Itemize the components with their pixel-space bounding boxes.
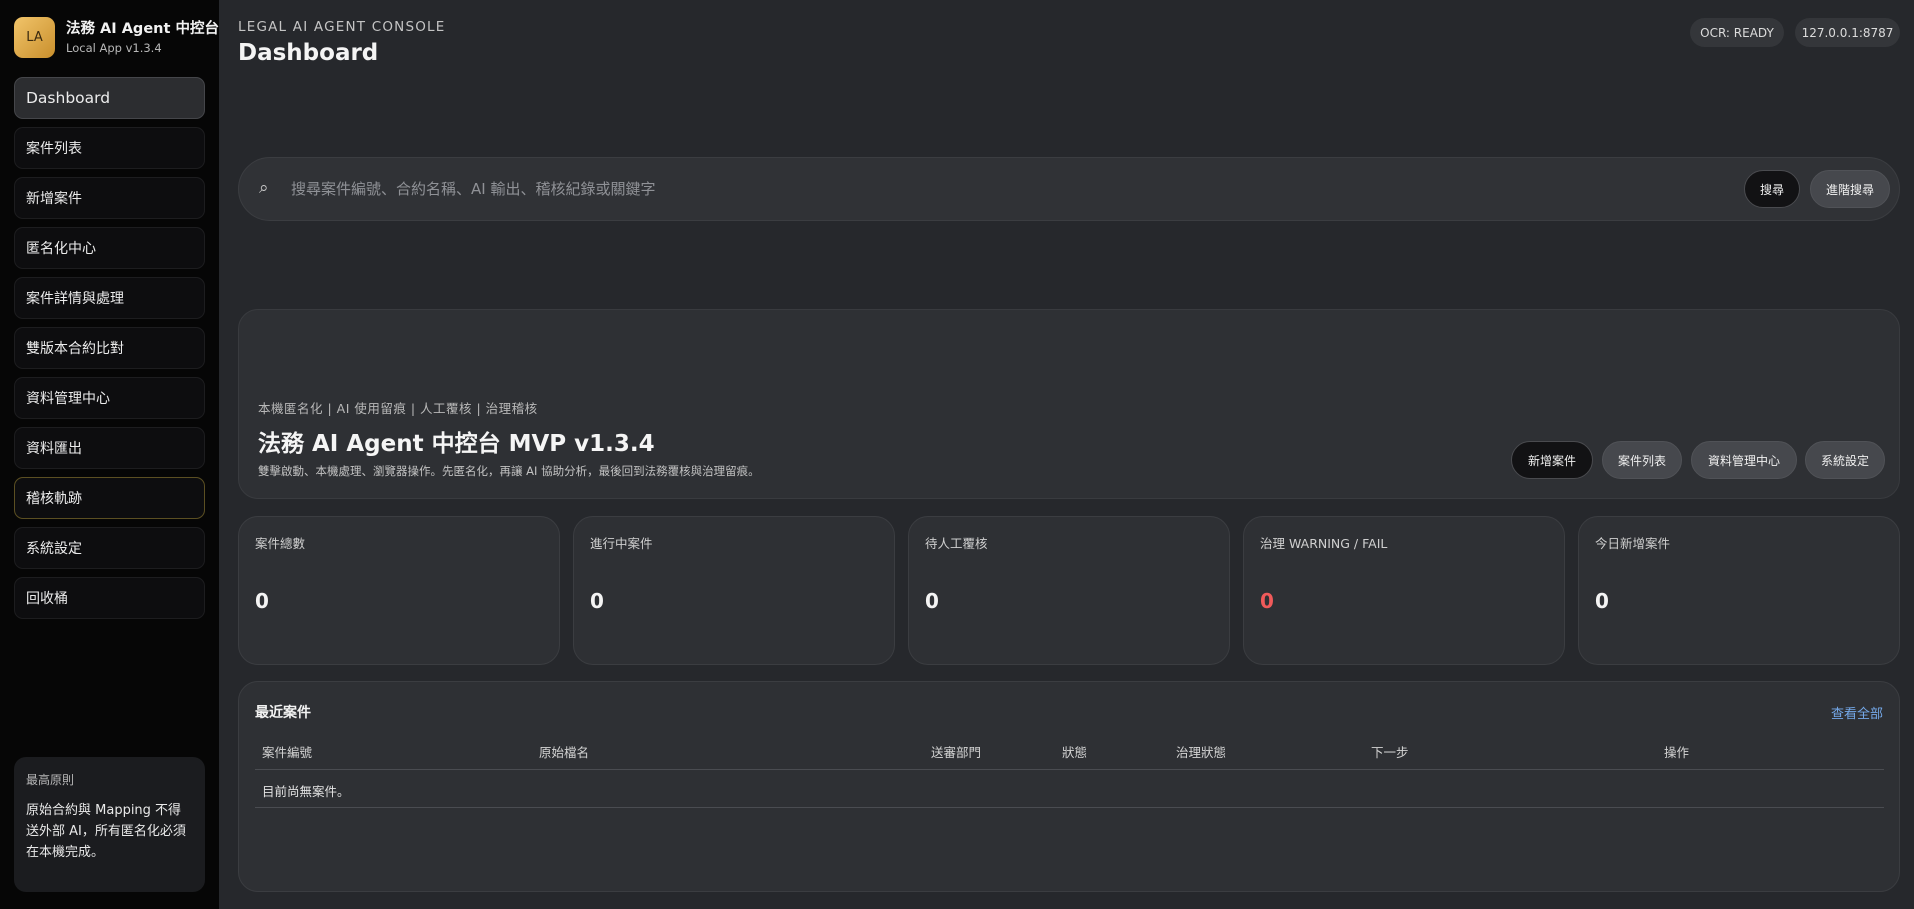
- app-version: Local App v1.3.4: [66, 41, 162, 55]
- stat-card-in-progress: 進行中案件 0: [573, 516, 895, 665]
- search-bar: ⌕ 搜尋 進階搜尋: [238, 157, 1900, 221]
- case-list-button[interactable]: 案件列表: [1602, 441, 1682, 479]
- empty-message: 目前尚無案件。: [262, 784, 350, 799]
- hero-description: 雙擊啟動、本機處理、瀏覽器操作。先匿名化，再讓 AI 協助分析，最後回到法務覆核…: [258, 464, 760, 478]
- recent-cases-panel: 最近案件 查看全部 案件編號 原始檔名 送審部門 狀態 治理狀態 下一步 操作 …: [238, 681, 1900, 892]
- stat-label: 案件總數: [255, 536, 306, 551]
- console-eyebrow: LEGAL AI AGENT CONSOLE: [238, 19, 446, 35]
- search-icon: ⌕: [259, 178, 269, 198]
- advanced-search-button[interactable]: 進階搜尋: [1810, 170, 1890, 208]
- page-title: Dashboard: [238, 40, 379, 66]
- search-input[interactable]: [291, 172, 1471, 206]
- sidebar-nav: Dashboard 案件列表 新增案件 匿名化中心 案件詳情與處理 雙版本合約比…: [14, 77, 205, 627]
- principle-card: 最高原則 原始合約與 Mapping 不得送外部 AI，所有匿名化必須在本機完成…: [14, 757, 205, 892]
- sidebar-item-new-case[interactable]: 新增案件: [14, 177, 205, 219]
- hero-tags: 本機匿名化 | AI 使用留痕 | 人工覆核 | 治理稽核: [258, 401, 538, 416]
- data-management-button[interactable]: 資料管理中心: [1691, 441, 1797, 479]
- sidebar-item-anonymization[interactable]: 匿名化中心: [14, 227, 205, 269]
- sidebar-item-case-list[interactable]: 案件列表: [14, 127, 205, 169]
- stat-label: 進行中案件: [590, 536, 653, 551]
- stat-card-total-cases: 案件總數 0: [238, 516, 560, 665]
- column-header: 治理狀態: [1176, 745, 1227, 760]
- server-address-badge: 127.0.0.1:8787: [1795, 18, 1900, 47]
- column-header: 案件編號: [262, 745, 313, 760]
- stat-value: 0: [925, 589, 939, 613]
- sidebar-item-audit-trail[interactable]: 稽核軌跡: [14, 477, 205, 519]
- stat-card-governance-warning: 治理 WARNING / FAIL 0: [1243, 516, 1565, 665]
- search-button[interactable]: 搜尋: [1744, 170, 1800, 208]
- table-row: 目前尚無案件。: [255, 770, 1884, 808]
- app-logo: LA: [14, 17, 55, 58]
- column-header: 下一步: [1371, 745, 1409, 760]
- recent-cases-title: 最近案件: [255, 705, 311, 721]
- ocr-status-badge: OCR: READY: [1690, 18, 1784, 47]
- sidebar-item-case-details[interactable]: 案件詳情與處理: [14, 277, 205, 319]
- table-header: 案件編號 原始檔名 送審部門 狀態 治理狀態 下一步 操作: [255, 730, 1884, 770]
- new-case-button[interactable]: 新增案件: [1511, 441, 1593, 479]
- column-header: 狀態: [1062, 745, 1088, 760]
- view-all-link[interactable]: 查看全部: [1831, 703, 1883, 722]
- brand: LA 法務 AI Agent 中控台 Local App v1.3.4: [14, 17, 219, 58]
- stat-value: 0: [1260, 589, 1274, 613]
- column-header: 送審部門: [931, 745, 982, 760]
- column-header: 操作: [1664, 745, 1690, 760]
- settings-button[interactable]: 系統設定: [1805, 441, 1885, 479]
- stat-value: 0: [590, 589, 604, 613]
- column-header: 原始檔名: [539, 745, 590, 760]
- stat-value: 0: [1595, 589, 1609, 613]
- principle-body: 原始合約與 Mapping 不得送外部 AI，所有匿名化必須在本機完成。: [26, 803, 186, 860]
- sidebar-item-data-management[interactable]: 資料管理中心: [14, 377, 205, 419]
- sidebar-item-settings[interactable]: 系統設定: [14, 527, 205, 569]
- sidebar: LA 法務 AI Agent 中控台 Local App v1.3.4 Dash…: [0, 0, 219, 909]
- sidebar-item-contract-compare[interactable]: 雙版本合約比對: [14, 327, 205, 369]
- hero-panel: 本機匿名化 | AI 使用留痕 | 人工覆核 | 治理稽核 法務 AI Agen…: [238, 309, 1900, 499]
- stat-label: 治理 WARNING / FAIL: [1260, 536, 1388, 551]
- stat-card-pending-review: 待人工覆核 0: [908, 516, 1230, 665]
- sidebar-item-recycle-bin[interactable]: 回收桶: [14, 577, 205, 619]
- app-title: 法務 AI Agent 中控台: [66, 21, 219, 37]
- principle-title: 最高原則: [26, 773, 75, 787]
- stat-label: 今日新增案件: [1595, 536, 1671, 551]
- sidebar-item-data-export[interactable]: 資料匯出: [14, 427, 205, 469]
- stat-card-today-new: 今日新增案件 0: [1578, 516, 1900, 665]
- hero-title: 法務 AI Agent 中控台 MVP v1.3.4: [258, 431, 655, 457]
- stat-value: 0: [255, 589, 269, 613]
- stat-label: 待人工覆核: [925, 536, 988, 551]
- sidebar-item-dashboard[interactable]: Dashboard: [14, 77, 205, 119]
